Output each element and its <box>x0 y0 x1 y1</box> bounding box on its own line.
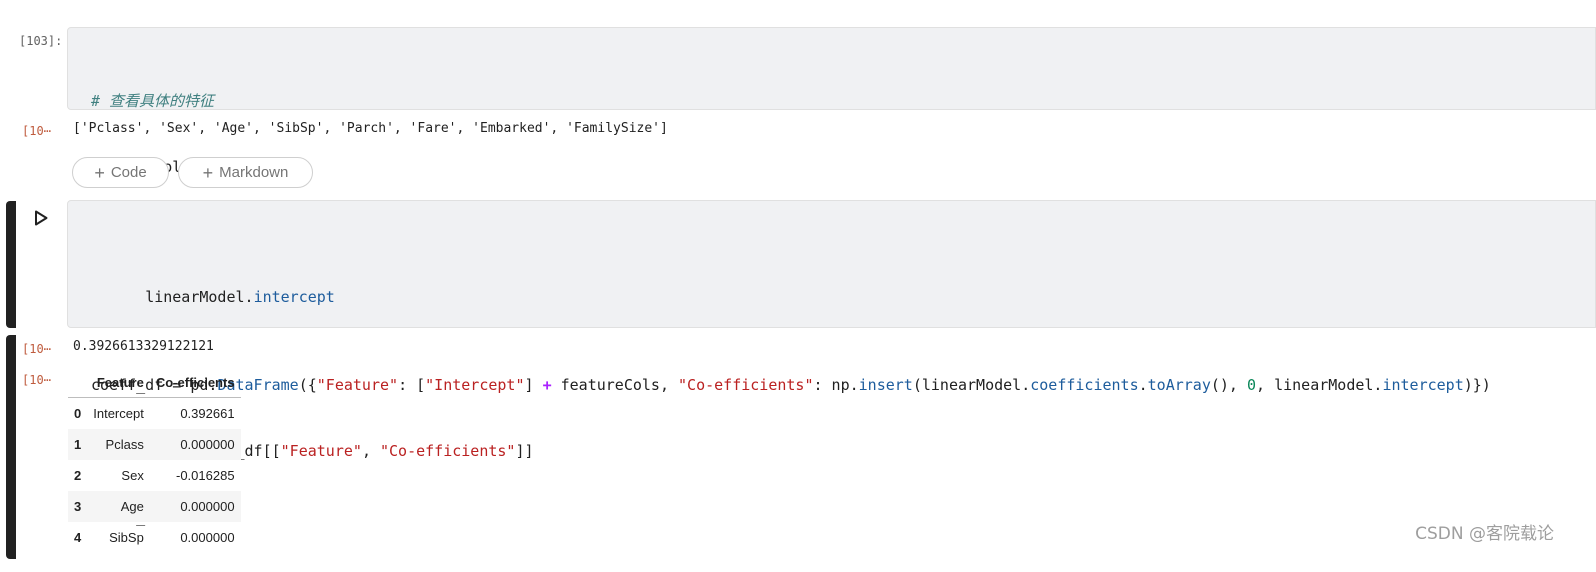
dataframe-table: Feature Co-efficients 0 Intercept 0.3926… <box>68 367 241 553</box>
table-row: 3 Age 0.000000 <box>68 491 241 522</box>
dataframe-output: Feature Co-efficients 0 Intercept 0.3926… <box>68 367 241 553</box>
add-markdown-label: Markdown <box>219 164 289 181</box>
plus-icon: + <box>202 162 214 183</box>
code-cell-editor[interactable]: # 查看具体的特征 featureCols <box>67 27 1596 176</box>
code-line-2: coeff_df = pd.DataFrame({"Feature": ["In… <box>91 376 1491 394</box>
output-prompt: [10⋯ <box>22 373 51 387</box>
row-index: 3 <box>74 499 82 514</box>
table-row: 4 SibSp 0.000000 <box>68 522 241 553</box>
code-line-4: coeff_df <box>91 508 164 526</box>
table-row: 1 Pclass 0.000000 <box>68 429 241 460</box>
add-code-cell-button[interactable]: + Code <box>72 157 169 188</box>
feature-cell: Age <box>120 499 144 514</box>
feature-cell: SibSp <box>109 530 144 545</box>
row-index: 4 <box>74 530 82 545</box>
coefficient-cell: -0.016285 <box>176 468 235 483</box>
code-line-3: coeff_df = coeff_df[["Feature", "Co-effi… <box>91 442 534 460</box>
active-cell-indicator <box>6 201 16 328</box>
intercept-output: 0.3926613329122121 <box>73 339 214 354</box>
row-index: 0 <box>74 406 82 421</box>
column-header-feature: Feature <box>87 367 150 398</box>
cell-prompt: [103]: <box>19 34 63 48</box>
table-header-row: Feature Co-efficients <box>68 367 241 398</box>
output-text: ['Pclass', 'Sex', 'Age', 'SibSp', 'Parch… <box>73 121 668 136</box>
code-comment-line: # 查看具体的特征 <box>91 92 215 110</box>
run-cell-button[interactable] <box>33 210 51 228</box>
csdn-watermark: CSDN @客院载论 <box>1415 524 1554 544</box>
coefficient-cell: 0.392661 <box>180 406 235 421</box>
active-output-indicator <box>6 335 16 559</box>
coefficient-cell: 0.000000 <box>180 437 235 452</box>
column-header-coefficients: Co-efficients <box>149 367 241 398</box>
row-index: 2 <box>74 468 82 483</box>
column-header-index <box>68 367 88 398</box>
coefficient-cell: 0.000000 <box>180 530 235 545</box>
output-prompt: [10⋯ <box>22 124 51 138</box>
play-icon <box>35 210 48 226</box>
feature-cell: Pclass <box>105 437 144 452</box>
add-code-label: Code <box>110 164 147 181</box>
plus-icon: + <box>94 162 105 183</box>
feature-cell: Sex <box>121 468 144 483</box>
active-code-cell-editor[interactable]: linearModel.intercept coeff_df = pd.Data… <box>67 200 1596 526</box>
add-markdown-cell-button[interactable]: + Markdown <box>178 157 313 188</box>
table-row: 0 Intercept 0.392661 <box>68 398 241 430</box>
feature-cell: Intercept <box>93 406 144 421</box>
table-row: 2 Sex -0.016285 <box>68 460 241 491</box>
coefficient-cell: 0.000000 <box>180 499 235 514</box>
code-line-1: linearModel.intercept <box>145 288 335 306</box>
row-index: 1 <box>74 437 82 452</box>
output-prompt: [10⋯ <box>22 342 51 356</box>
